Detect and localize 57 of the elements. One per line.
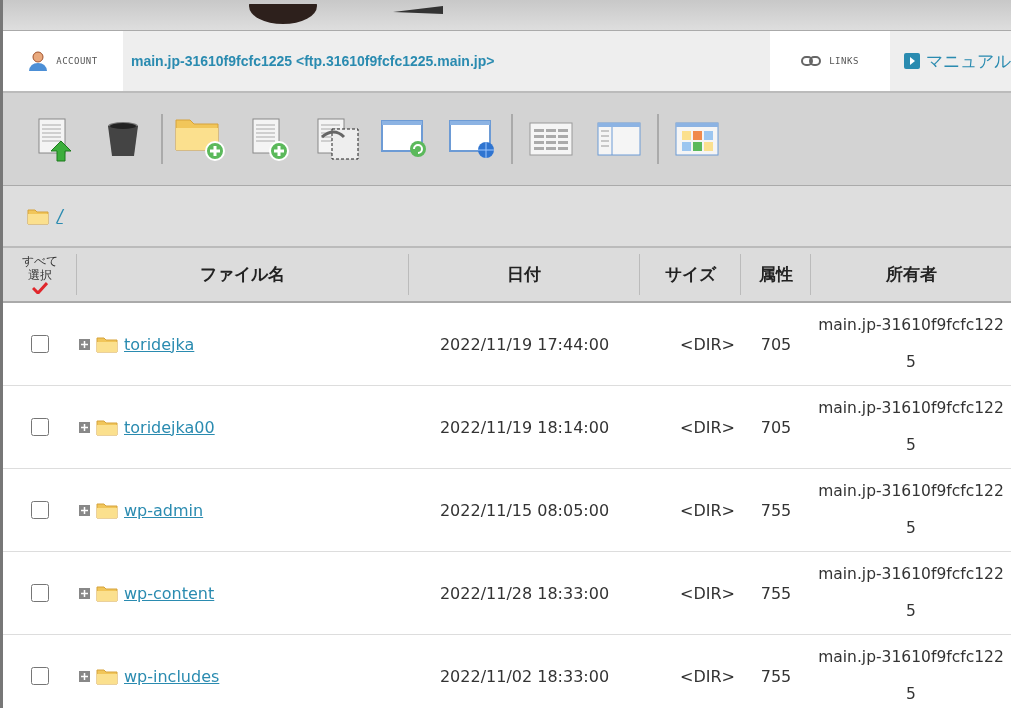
links-label: LINKS (829, 56, 859, 66)
size-text: <DIR> (680, 500, 735, 520)
folder-link[interactable]: wp-content (124, 583, 215, 603)
folder-link[interactable]: toridejka00 (124, 417, 215, 437)
expand-icon (79, 504, 90, 516)
column-header: ファイル名 (200, 263, 285, 286)
expand-icon (79, 587, 90, 599)
account-name: main.jp-31610f9fcfc1225 <ftp.31610f9fcfc1225.main.jp> (130, 52, 496, 71)
trash-icon (105, 119, 141, 159)
date-text: 2022/11/02 18:33:00 (439, 666, 610, 686)
row-checkbox[interactable] (31, 501, 49, 519)
check-icon (31, 281, 48, 294)
date-text: 2022/11/19 18:14:00 (439, 417, 610, 437)
expand-icon (79, 670, 90, 682)
permission-text: 755 (760, 583, 792, 603)
permission-text: 705 (760, 417, 792, 437)
link-icon (801, 55, 822, 67)
permission-text: 705 (760, 334, 792, 354)
folder-icon (96, 418, 118, 436)
date-text: 2022/11/19 17:44:00 (439, 334, 610, 354)
play-icon (904, 53, 920, 69)
person-icon (28, 50, 49, 72)
path-link[interactable]: / (57, 206, 63, 226)
permission-text: 755 (760, 500, 792, 520)
folder-link[interactable]: toridejka (124, 334, 195, 354)
size-text: <DIR> (680, 417, 735, 437)
grid-view-icon (674, 121, 720, 157)
select-all-button[interactable]: すべて選択 (17, 255, 62, 294)
folder-icon (96, 584, 118, 602)
column-header: 属性 (758, 263, 793, 286)
size-text: <DIR> (680, 334, 735, 354)
date-text: 2022/11/28 18:33:00 (439, 583, 610, 603)
folder-link[interactable]: wp-admin (124, 500, 204, 520)
size-text: <DIR> (680, 583, 735, 603)
row-checkbox[interactable] (31, 418, 49, 436)
column-header: サイズ (664, 263, 716, 286)
permission-text: 755 (760, 666, 792, 686)
owner-text: main.jp-31610f9fcfc1225 (818, 647, 1004, 705)
new-folder-icon (174, 116, 228, 162)
split-view-icon (596, 121, 642, 157)
date-text: 2022/11/15 08:05:00 (439, 500, 610, 520)
folder-icon (96, 667, 118, 685)
column-header: 日付 (507, 263, 541, 286)
row-checkbox[interactable] (31, 335, 49, 353)
row-checkbox[interactable] (31, 667, 49, 685)
folder-icon (27, 207, 49, 225)
size-text: <DIR> (680, 666, 735, 686)
manual-link[interactable]: マニュアル (890, 31, 1011, 91)
expand-icon (79, 421, 90, 433)
account-label: ACCOUNT (56, 56, 98, 66)
folder-link[interactable]: wp-includes (124, 666, 220, 686)
folder-icon (96, 335, 118, 353)
list-view-icon (528, 121, 574, 157)
expand-icon (79, 338, 90, 350)
column-header: 所有者 (885, 263, 937, 286)
folder-icon (96, 501, 118, 519)
row-checkbox[interactable] (31, 584, 49, 602)
